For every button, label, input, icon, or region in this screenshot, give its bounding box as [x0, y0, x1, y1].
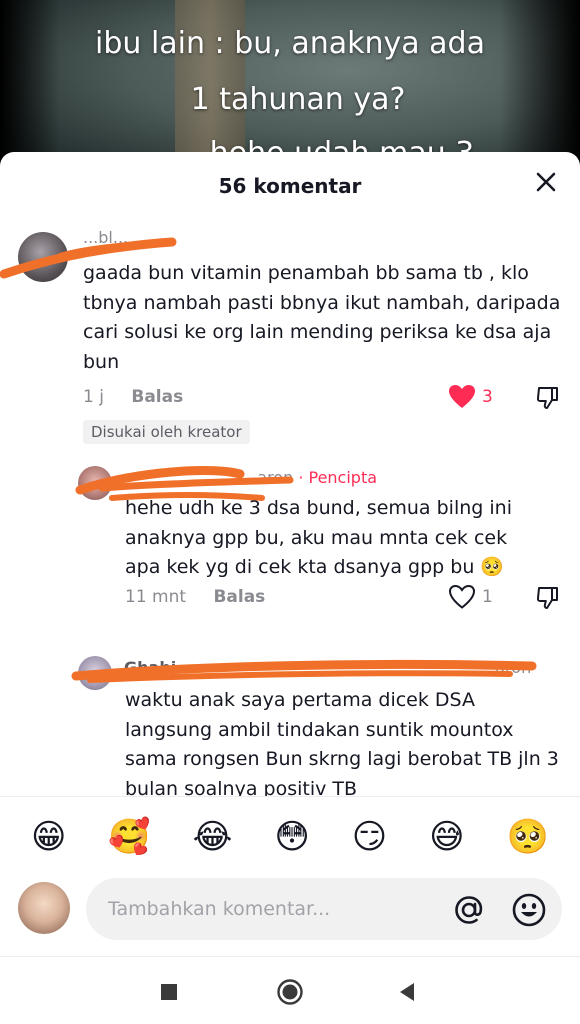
comment-input-bar [0, 876, 580, 956]
emoji-icon[interactable] [511, 892, 547, 928]
comment-input[interactable] [86, 878, 562, 940]
reply-time: 11 mnt [125, 587, 187, 607]
like-button[interactable]: 3 [448, 384, 493, 410]
reply-button[interactable]: Balas [213, 587, 265, 607]
home-icon[interactable] [276, 978, 304, 1006]
at-icon[interactable] [452, 893, 486, 927]
like-count: 3 [482, 387, 493, 407]
reply-button[interactable]: Balas [131, 387, 183, 407]
reply-author-name: ...aron [242, 468, 294, 487]
comment-list[interactable]: ...bl... gaada bun vitamin penambah bb s… [0, 218, 580, 796]
like-button[interactable]: 1 [448, 584, 493, 610]
reply-author-name[interactable]: Ghabi... [124, 658, 195, 677]
comments-sheet: 56 komentar ...bl... gaada bun vitamin p… [0, 152, 580, 1024]
emoji-tears-of-joy[interactable]: 😂 [193, 820, 233, 854]
emoji-smiling-hearts[interactable]: 🥰 [108, 820, 150, 854]
close-icon[interactable] [532, 168, 560, 196]
dislike-icon[interactable] [535, 585, 561, 611]
emoji-grin[interactable]: 😁 [31, 820, 66, 854]
reply-item: ...aron · Pencipta hehe udh ke 3 dsa bun… [0, 458, 580, 658]
reply-text: waktu anak saya pertama dicek DSA langsu… [125, 689, 559, 796]
emoji-quick-bar: 😁 🥰 😂 😳 😏 😅 🥺 [0, 796, 580, 876]
liked-by-creator-badge: Disukai oleh kreator [83, 420, 250, 444]
like-count: 1 [482, 587, 493, 607]
commenter-avatar[interactable] [78, 656, 112, 690]
reply-item: Ghabi... ...aron waktu anak saya pertama… [0, 648, 580, 796]
commenter-username[interactable]: ...bl... [83, 228, 128, 247]
comment-item: ...bl... gaada bun vitamin penambah bb s… [0, 218, 580, 448]
emoji-sweat-smile[interactable]: 😅 [429, 820, 464, 854]
emoji-pleading[interactable]: 🥺 [507, 820, 549, 854]
recents-icon[interactable] [160, 983, 178, 1001]
comment-time: 1 j [83, 387, 104, 407]
heart-filled-icon [449, 385, 475, 408]
back-icon[interactable] [398, 982, 416, 1002]
comment-count-title: 56 komentar [218, 174, 362, 198]
comment-text: gaada bun vitamin penambah bb sama tb , … [83, 262, 561, 373]
video-caption-line-2: 1 tahunan ya? [190, 82, 406, 117]
my-avatar [18, 882, 70, 934]
heart-outline-icon [448, 584, 476, 609]
reply-text: hehe udh ke 3 dsa bund, semua bilng ini … [125, 497, 512, 578]
reply-to-name: ...aron [480, 658, 532, 677]
commenter-avatar[interactable] [18, 232, 68, 282]
reply-meta: 11 mnt Balas [125, 587, 265, 607]
dislike-icon[interactable] [535, 385, 561, 411]
video-caption-line-1: ibu lain : bu, anaknya ada [95, 26, 485, 61]
sheet-header: 56 komentar [0, 152, 580, 218]
system-nav-bar [0, 956, 580, 1024]
video-background: ibu lain : bu, anaknya ada 1 tahunan ya?… [0, 0, 580, 175]
emoji-smirk[interactable]: 😏 [352, 820, 387, 854]
comment-meta: 1 j Balas [83, 387, 183, 407]
creator-avatar[interactable] [78, 466, 112, 500]
creator-tag: · Pencipta [298, 468, 378, 487]
emoji-flushed[interactable]: 😳 [274, 820, 309, 854]
reply-author[interactable]: ...aron · Pencipta [124, 468, 377, 487]
